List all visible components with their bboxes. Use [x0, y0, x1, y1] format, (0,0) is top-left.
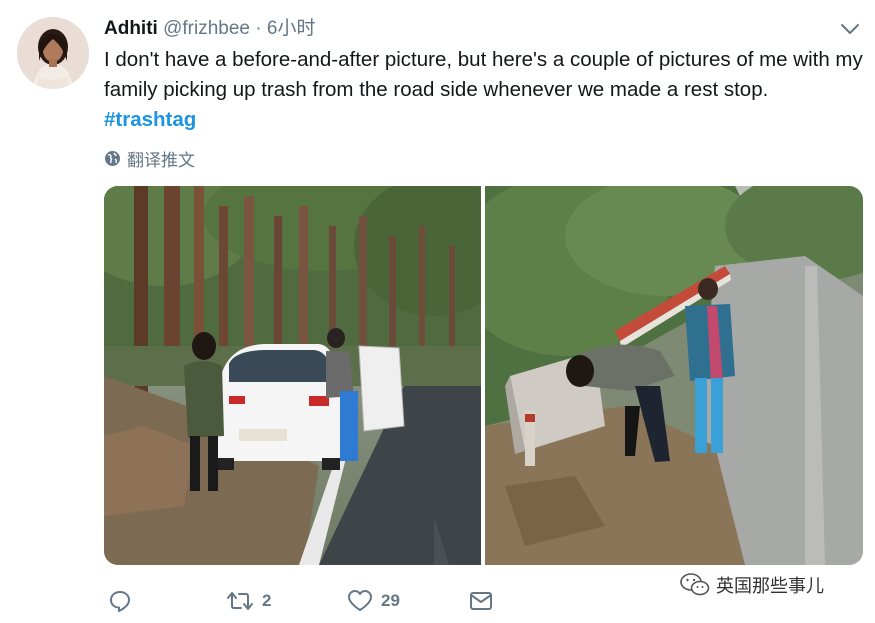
photo-forest-road-car[interactable]: [104, 186, 514, 565]
translate-tweet-button[interactable]: 翻译推文: [104, 146, 195, 170]
globe-icon: [105, 150, 120, 166]
hashtag-link[interactable]: #trashtag: [104, 105, 196, 135]
tweet-timestamp[interactable]: 6小时: [267, 18, 316, 39]
retweet-icon: [227, 592, 253, 610]
like-count: 29: [381, 591, 400, 610]
wechat-icon: [680, 573, 710, 596]
watermark: 英国那些事儿: [680, 572, 824, 598]
avatar[interactable]: [17, 17, 89, 89]
reply-icon: [110, 591, 130, 612]
photo-mountain-road-trash[interactable]: [455, 186, 863, 565]
tweet-menu-button[interactable]: [840, 22, 860, 36]
share-icon: [470, 592, 492, 610]
tweet-media: [104, 186, 863, 565]
tweet-text: I don't have a before-and-after picture,…: [104, 48, 863, 101]
watermark-text: 英国那些事儿: [716, 576, 824, 596]
author-name[interactable]: Adhiti: [104, 18, 158, 39]
like-button[interactable]: 29: [347, 586, 400, 616]
tweet-header: Adhiti @frizhbee · 6小时: [104, 16, 315, 42]
retweet-count: 2: [262, 591, 272, 610]
retweet-button[interactable]: 2: [226, 586, 271, 616]
avatar-image: [17, 17, 89, 89]
header-separator: ·: [255, 18, 262, 39]
reply-button[interactable]: [108, 586, 140, 616]
author-handle[interactable]: @frizhbee: [163, 18, 250, 39]
heart-icon: [348, 590, 372, 611]
chevron-down-icon: [841, 24, 859, 34]
share-button[interactable]: [468, 586, 494, 616]
translate-label: 翻译推文: [127, 150, 195, 170]
